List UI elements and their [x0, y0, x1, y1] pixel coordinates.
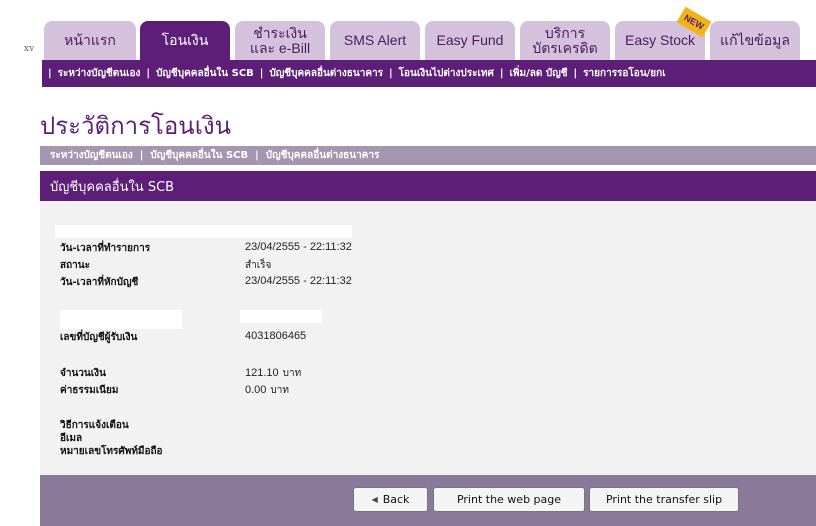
recipient-account-label: เลขที่บัญชีผู้รับเงิน [60, 332, 138, 343]
fee-unit: บาท [270, 385, 289, 396]
tab-label: แก้ไขข้อมูล [720, 32, 790, 48]
amount-value: 121.10 [245, 367, 279, 379]
subnav-other-bank[interactable]: บัญชีบุคคลอื่นต่างธนาคาร [269, 66, 383, 81]
tab-easy-stock[interactable]: Easy Stock NEW [615, 6, 712, 60]
tab-label: โอนเงิน [161, 32, 209, 48]
transfer-subnav: | ระหว่างบัญชีตนเอง | บัญชีบุคคลอื่นใน S… [42, 60, 816, 87]
subnav-other-scb[interactable]: บัญชีบุคคลอื่นใน SCB [156, 66, 254, 81]
divider: | [499, 68, 504, 79]
debit-datetime-label: วัน-เวลาที่หักบัญชี [60, 277, 139, 288]
subnav-pending[interactable]: รายการรอโอน/ยกเ [583, 66, 665, 81]
fee-field: 0.00 บาท [245, 383, 289, 398]
divider: | [255, 150, 259, 161]
back-label: Back [382, 493, 410, 506]
top-nav: xv หน้าแรก โอนเงิน ชำระเงิน และ e-Bill S… [0, 0, 816, 60]
fee-value: 0.00 [245, 384, 267, 396]
status-value: สำเร็จ [245, 260, 272, 271]
subnav-overseas[interactable]: โอนเงินไปต่างประเทศ [399, 66, 494, 81]
back-arrow-icon: ◀ [371, 495, 378, 504]
tab-bill-payment[interactable]: ชำระเงิน และ e-Bill [235, 21, 325, 60]
tab-label: หน้าแรก [64, 32, 116, 48]
back-button[interactable]: ◀ Back [353, 487, 428, 512]
tab-label: Easy Stock [624, 32, 696, 48]
print-transfer-slip-button[interactable]: Print the transfer slip [589, 487, 739, 512]
transfer-details-panel: วัน-เวลาที่ทำรายการ 23/04/2555 - 22:11:3… [40, 201, 816, 475]
page-title: ประวัติการโอนเงิน [40, 113, 232, 140]
tab-transfer[interactable]: โอนเงิน [140, 21, 230, 60]
tab-label: SMS Alert [343, 32, 407, 48]
tab-label: บริการ บัตรเครดิต [532, 24, 598, 56]
divider: | [389, 68, 393, 79]
section-title: บัญชีบุคคลอื่นใน SCB [50, 179, 175, 195]
tab-easy-fund[interactable]: Easy Fund [425, 21, 515, 60]
section-header: บัญชีบุคคลอื่นใน SCB [40, 171, 816, 201]
tab-credit-card[interactable]: บริการ บัตรเครดิต [520, 21, 610, 60]
fee-label: ค่าธรรมเนียม [60, 385, 119, 396]
filter-other-bank[interactable]: บัญชีบุคคลอื่นต่างธนาคาร [266, 148, 380, 163]
divider: | [573, 68, 578, 79]
divider: | [48, 68, 52, 79]
subnav-own-accounts[interactable]: ระหว่างบัญชีตนเอง [58, 66, 141, 81]
tab-edit-profile[interactable]: แก้ไขข้อมูล [710, 21, 800, 60]
divider: | [139, 150, 144, 161]
redacted-block [55, 225, 352, 238]
amount-label: จำนวนเงิน [60, 368, 106, 379]
recipient-account-value: 4031806465 [245, 330, 307, 342]
redacted-block [240, 310, 322, 323]
phone-label: หมายเลขโทรศัพท์มือถือ [60, 446, 163, 457]
transaction-datetime-label: วัน-เวลาที่ทำรายการ [60, 243, 151, 254]
amount-field: 121.10 บาท [245, 366, 301, 381]
tab-label: ชำระเงิน และ e-Bill [249, 24, 311, 56]
print-transfer-slip-label: Print the transfer slip [605, 493, 723, 506]
redacted-block [60, 310, 182, 329]
subnav-manage-accounts[interactable]: เพิ่ม/ลด บัญชี [510, 66, 568, 81]
history-filter-bar: ระหว่างบัญชีตนเอง | บัญชีบุคคลอื่นใน SCB… [40, 146, 816, 165]
xv-label: xv [24, 44, 35, 54]
tab-sms-alert[interactable]: SMS Alert [330, 21, 420, 60]
transaction-datetime-value: 23/04/2555 - 22:11:32 [245, 241, 352, 253]
debit-datetime-value: 23/04/2555 - 22:11:32 [245, 275, 352, 287]
action-footer: ◀ Back Print the web page Print the trans… [40, 475, 816, 526]
amount-unit: บาท [282, 368, 302, 379]
print-web-page-label: Print the web page [456, 493, 562, 506]
status-label: สถานะ [60, 260, 90, 271]
divider: | [259, 68, 264, 79]
print-web-page-button[interactable]: Print the web page [433, 487, 585, 512]
filter-own-accounts[interactable]: ระหว่างบัญชีตนเอง [50, 148, 133, 163]
tab-label: Easy Fund [436, 32, 504, 48]
divider: | [146, 68, 151, 79]
tab-home[interactable]: หน้าแรก [44, 21, 136, 60]
filter-other-scb[interactable]: บัญชีบุคคลอื่นใน SCB [150, 148, 248, 163]
